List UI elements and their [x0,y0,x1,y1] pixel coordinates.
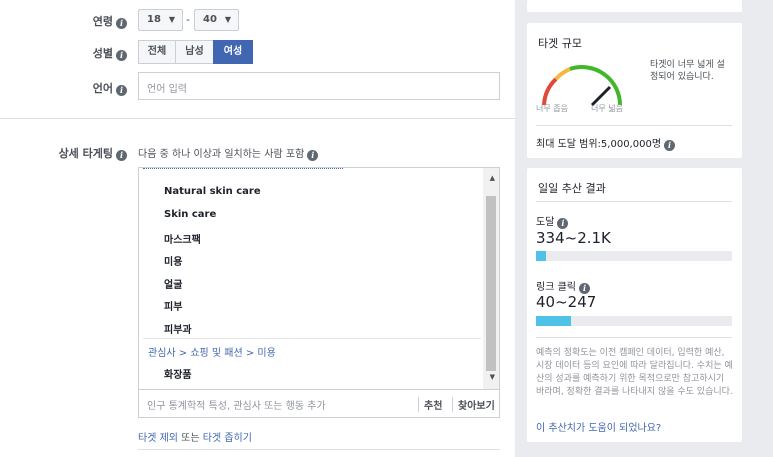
reach-value: 334~2.1K [536,229,611,247]
list-item[interactable]: 피부과 [164,321,192,336]
estimate-note: 예측의 정확도는 이전 캠페인 데이터, 입력한 예산, 시장 데이터 등의 요… [536,348,733,397]
age-max-select[interactable]: 40 ▼ [194,9,239,31]
exclude-link[interactable]: 타겟 제외 [138,433,178,444]
bottom-divider [138,449,500,450]
language-label: 언어 i [17,80,127,96]
reach-bar-fill [536,251,546,261]
detailed-targeting-input[interactable]: 인구 통계학적 특성, 관심사 또는 행동 추가 추천 찾아보기 [138,390,500,418]
audience-size-card: 타겟 규모 너무 좁음 너무 넓음 타겟이 너무 넓게 설정되어 있습니다. 최… [527,23,742,158]
targeting-form: 연령 i 18 ▼ - 40 ▼ 성별 i 전체 남성 여성 언어 i 언어 입력 상세 … [0,0,515,457]
gauge-broad-label: 너무 넓음 [591,104,623,113]
age-label: 연령 i [17,13,127,29]
gauge-green-arc [569,65,622,106]
list-item[interactable]: 미용 [164,253,182,268]
browse-button[interactable]: 찾아보기 [452,397,495,412]
detailed-targeting-label: 상세 타게팅 i [17,145,127,161]
reach-bar [536,251,732,261]
link-clicks-value: 40~247 [536,293,597,311]
list-item[interactable]: 화장품 [164,366,192,381]
gauge-message: 타겟이 너무 넓게 설정되어 있습니다. [650,60,725,82]
daily-results-title: 일일 추산 결과 [538,182,606,195]
section-divider [0,118,515,119]
info-icon[interactable]: i [307,150,319,161]
detailed-targeting-description: 다음 중 하나 이상과 일치하는 사람 포함 i [138,145,319,161]
detailed-targeting-list[interactable]: Natural skin care Skin care 마스크팩 미용 얼굴 피… [138,167,500,390]
link-clicks-label: 링크 클릭 i [536,278,590,294]
list-item[interactable]: Skin care [164,209,216,220]
potential-reach: 최대 도달 범위:5,000,000명 i [536,135,676,151]
category-breadcrumb[interactable]: 관심사 > 쇼핑 및 패션 > 미용 [148,344,276,359]
detail-input-placeholder: 인구 통계학적 특성, 관심사 또는 행동 추가 [147,401,326,412]
scrollbar[interactable]: ▲ ▼ [483,168,499,389]
audience-size-title: 타겟 규모 [538,37,582,50]
or-text: 또는 [181,433,200,444]
language-input[interactable]: 언어 입력 [138,72,500,100]
exclude-narrow-links: 타겟 제외 또는 타겟 좁히기 [138,429,252,444]
link-clicks-bar-fill [536,316,572,326]
info-icon[interactable]: i [116,150,127,161]
top-card-partial [527,0,742,12]
clipped-breadcrumb [143,168,343,171]
list-item[interactable]: Natural skin care [164,186,261,197]
scroll-up-icon[interactable]: ▲ [490,174,495,182]
card-divider [536,337,732,338]
age-separator: - [186,13,190,26]
list-item[interactable]: 얼굴 [164,276,182,291]
reach-label: 도달 i [536,213,569,229]
gauge-red-arc [542,77,558,106]
info-icon[interactable]: i [557,218,569,229]
link-clicks-bar [536,316,732,326]
suggestions-button[interactable]: 추천 [418,397,442,412]
gender-female-button[interactable]: 여성 [213,40,253,64]
card-divider [536,201,732,202]
caret-down-icon: ▼ [168,15,175,24]
card-divider [536,125,732,126]
info-icon[interactable]: i [116,18,127,29]
list-item[interactable]: 마스크팩 [164,231,201,246]
gender-all-button[interactable]: 전체 [138,40,176,64]
list-divider [143,338,481,339]
scrollbar-thumb[interactable] [486,196,496,371]
gender-label: 성별 i [17,45,127,61]
scroll-down-icon[interactable]: ▼ [490,373,495,381]
age-min-select[interactable]: 18 ▼ [138,9,183,31]
gauge-yellow-arc [554,67,571,81]
feedback-link[interactable]: 이 추산치가 도움이 되었나요? [536,419,661,434]
narrow-link[interactable]: 타겟 좁히기 [203,433,252,444]
daily-results-card: 일일 추산 결과 도달 i 334~2.1K 링크 클릭 i 40~247 예측의 … [527,168,742,442]
info-icon[interactable]: i [664,140,676,151]
gauge-narrow-label: 너무 좁음 [536,104,568,113]
info-icon[interactable]: i [116,50,127,61]
gender-male-button[interactable]: 남성 [175,40,214,64]
info-icon[interactable]: i [116,85,127,96]
list-item[interactable]: 피부 [164,298,182,313]
caret-down-icon: ▼ [224,15,231,24]
